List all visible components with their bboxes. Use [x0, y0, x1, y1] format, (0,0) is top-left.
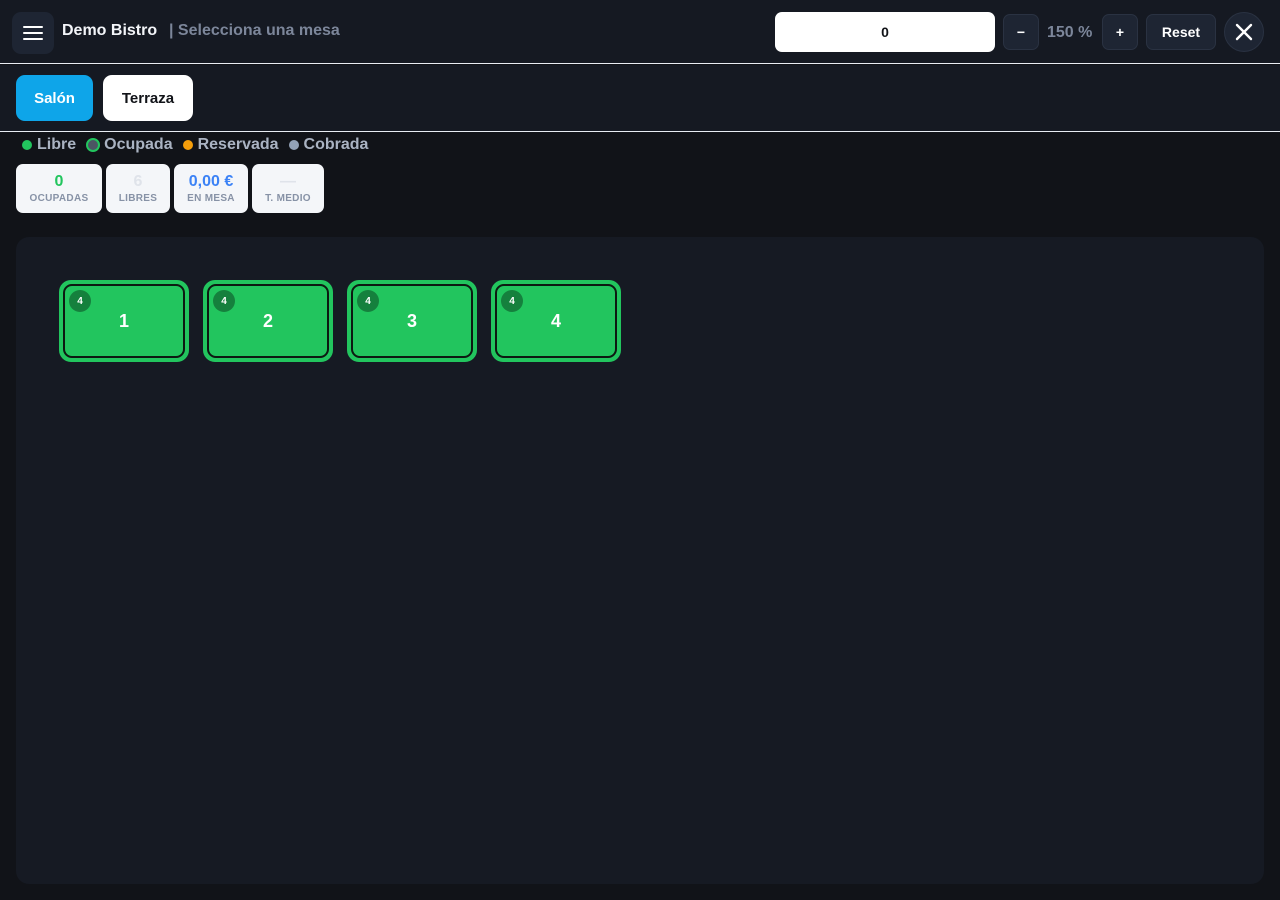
tab-salon[interactable]: Salón — [16, 75, 93, 121]
libre-dot-icon — [22, 140, 32, 150]
close-button[interactable] — [1224, 12, 1264, 52]
table-number: 3 — [406, 310, 417, 331]
zone-tabs: Salón Terraza — [0, 65, 1280, 132]
hamburger-icon-line — [23, 38, 43, 40]
zoom-out-button[interactable]: − — [1003, 14, 1039, 50]
stat-label: LIBRES — [118, 193, 158, 204]
legend-item-cobrada: Cobrada — [288, 136, 369, 154]
stat-libres: 6 LIBRES — [106, 164, 170, 213]
table-card[interactable]: 2 4 — [203, 280, 333, 362]
stat-value: — — [280, 173, 296, 190]
table-card[interactable]: 4 4 — [491, 280, 621, 362]
legend-label: Libre — [37, 136, 77, 153]
table-card[interactable]: 1 4 — [59, 280, 189, 362]
stat-label: EN MESA — [187, 193, 235, 204]
legend-item-ocupada: Ocupada — [86, 136, 173, 154]
stat-label: T. MEDIO — [265, 193, 311, 204]
legend-item-libre: Libre — [22, 136, 76, 154]
hamburger-menu-button[interactable] — [12, 12, 54, 54]
page-subtitle: | Selecciona una mesa — [169, 22, 340, 39]
reset-button[interactable]: Reset — [1146, 14, 1216, 50]
tab-terraza[interactable]: Terraza — [103, 75, 193, 121]
seats-badge: 4 — [357, 290, 379, 312]
legend-label: Cobrada — [303, 136, 369, 153]
brand-name: Demo Bistro — [62, 22, 158, 39]
status-legend: Libre Ocupada Reservada Cobrada — [22, 136, 378, 154]
hamburger-icon-line — [23, 26, 43, 28]
stats-row: 0 OCUPADAS 6 LIBRES 0,00 € EN MESA — T. … — [16, 164, 324, 213]
seats-badge: 4 — [213, 290, 235, 312]
seats-badge: 4 — [501, 290, 523, 312]
seats-badge: 4 — [69, 290, 91, 312]
close-icon — [1235, 23, 1253, 41]
table-number: 1 — [118, 310, 129, 331]
zoom-in-button[interactable]: + — [1102, 14, 1138, 50]
zoom-level: 150 % — [1047, 24, 1093, 41]
stat-value: 0 — [54, 173, 64, 190]
stat-value: 6 — [133, 173, 143, 190]
hamburger-icon-line — [23, 32, 43, 34]
stat-en-mesa: 0,00 € EN MESA — [174, 164, 248, 213]
stat-value: 0,00 € — [188, 173, 234, 190]
table-card[interactable]: 3 4 — [347, 280, 477, 362]
floor-plan-canvas: 1 4 2 4 3 4 4 4 — [16, 237, 1264, 884]
legend-item-reservada: Reservada — [182, 136, 279, 154]
top-bar: Demo Bistro | Selecciona una mesa − 150 … — [0, 0, 1280, 64]
table-number: 4 — [550, 310, 561, 331]
search-input[interactable] — [775, 12, 995, 52]
reservada-dot-icon — [182, 140, 193, 150]
stat-t-medio: — T. MEDIO — [252, 164, 324, 213]
cobrada-dot-icon — [288, 140, 299, 150]
legend-label: Ocupada — [104, 136, 173, 153]
ocupada-ring-icon — [86, 138, 101, 152]
stat-label: OCUPADAS — [29, 193, 89, 204]
table-number: 2 — [262, 310, 273, 331]
stat-ocupadas: 0 OCUPADAS — [16, 164, 102, 213]
legend-label: Reservada — [197, 136, 279, 153]
